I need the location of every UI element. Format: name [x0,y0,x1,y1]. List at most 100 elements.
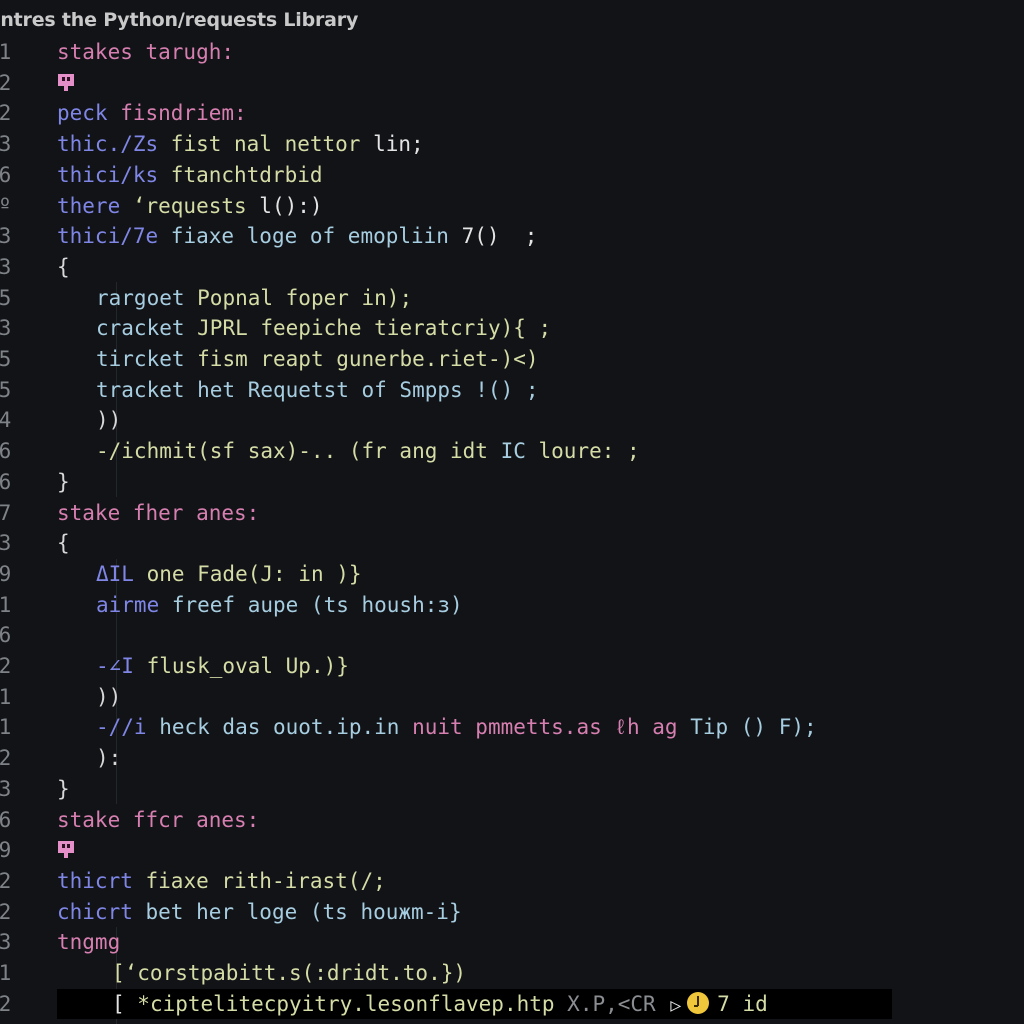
code-token: fiaxe loge of emopliin [170,224,462,249]
code-token: } [57,776,70,801]
code-token: )) [96,684,122,709]
code-area[interactable]: stakes tarugh: peck fisndriem: thic./Zs fi… [57,37,1024,1024]
code-line[interactable]: )) [57,405,121,436]
code-line[interactable]: thic./Zs fist nal nettor lin; [57,129,424,160]
code-token: ΔIL [96,561,147,586]
code-token: one Fade(J: in )} [146,561,362,586]
code-token: lin; [373,132,424,157]
line-number: 22 [0,746,12,771]
line-number: 94 [0,408,12,433]
code-token: *ciptelitecpyitry.lesonflavep.htp [137,991,568,1016]
line-number: 25 [0,377,12,402]
code-token: heck das ouot.ip.in [159,715,413,740]
code-line[interactable]: } [57,774,70,805]
code-token: { [57,254,70,279]
line-number: 1º [0,193,12,218]
code-line[interactable]: } [57,467,70,498]
code-token: [ [112,991,138,1016]
code-editor[interactable]: 71 92 22 13 26 1º 93 33 25 33 25 25 94 96 C6 37 33 99 21 16… [0,37,1024,1024]
code-line[interactable] [57,835,75,866]
status-label: id [742,991,768,1016]
line-number: 93 [0,224,12,249]
code-token: [‘corstpabitt.s(:dridt.to.}) [112,961,467,985]
code-token: ftanchtdrbid [170,162,323,187]
code-token: thici/ks [57,162,171,187]
code-token: thic./Zs [57,132,171,157]
line-number: 71 [0,40,12,64]
code-line[interactable]: stake fher anes: [57,498,259,529]
code-line[interactable]: -/ichmit(sf sax)-.. (fr ang idt IC loure… [57,436,640,467]
code-token: loure: ; [538,439,640,464]
code-line[interactable]: peck fisndriem: [57,98,247,129]
clock-icon[interactable] [687,991,710,1014]
code-line[interactable]: { [57,252,70,283]
line-number: 21 [0,684,12,709]
code-line-active[interactable]: [ *ciptelitecpyitry.lesonflavep.htp X.P,… [57,988,892,1022]
line-number: 92 [0,70,12,95]
code-token: JPRL feepiche tieratcriy){ ; [197,316,552,341]
code-line[interactable]: thicrt fiaxe rith-irast(/; [57,866,386,897]
line-number: 22 [0,899,12,924]
code-line[interactable]: there ‘requests l():) [57,191,323,222]
code-line[interactable]: tircket fism reapt gunerbe.riet-)<) [57,344,539,375]
fold-marker-icon[interactable] [57,838,75,860]
code-token: chicrt [57,899,146,924]
code-token: flusk_oval Up.)} [146,654,349,678]
line-number: 32 [0,991,12,1016]
code-token: airme [96,592,172,617]
code-token: Tip () F); [690,715,817,740]
code-line[interactable]: stakes tarugh: [57,37,234,68]
code-line[interactable]: stake ffcr anes: [57,805,259,836]
code-line[interactable]: -//i heck das ouot.ip.in nuit pmmetts.as… [57,712,817,743]
play-icon[interactable]: ▷ [670,991,681,1022]
fold-marker-icon[interactable] [57,71,75,93]
code-token: tngmg [57,930,121,955]
code-line[interactable]: thici/ks ftanchtdrbid [57,160,323,191]
code-token: freef aupe (ts housh:з) [171,592,463,617]
code-line[interactable]: ): [57,743,121,774]
window-title: intres the Python/requests Library [0,9,359,31]
code-token: there [57,193,133,218]
code-token: IC [500,439,539,464]
code-token: fism reapt gunerbe.riet-)<) [197,347,539,371]
code-line[interactable] [57,68,75,99]
code-token: stake ffcr anes: [57,807,260,832]
code-token: -/ichmit(sf sax)-.. (fr ang idt [96,439,501,464]
line-number: R1 [0,961,12,985]
line-number: 26 [0,162,12,187]
line-number: 13 [0,132,12,157]
code-line[interactable]: )) [57,682,121,713]
code-line[interactable]: -∠I flusk_oval Up.)} [57,651,349,682]
code-token: ): [96,746,122,771]
code-line[interactable]: rargoet Popnal foper in); [57,283,412,314]
code-line[interactable]: tngmg [57,927,120,958]
code-line[interactable]: chicrt bet her loge (ts houжm-i} [57,897,462,928]
code-token: -//i [96,715,160,740]
code-token: X.P,<CR [567,991,669,1016]
line-number: 96 [0,439,12,464]
code-token: ‘requests [132,193,260,218]
line-number: 33 [0,254,12,279]
code-line[interactable]: { [57,528,70,559]
code-line[interactable]: cracket JPRL feepiche tieratcriy){ ; [57,313,551,344]
code-line[interactable]: tracket het Requetst of Smpps !() ; [57,375,539,406]
line-number: 21 [0,715,12,740]
line-number: 21 [0,592,12,617]
code-token: -∠I [96,654,147,678]
code-line[interactable]: ΔIL one Fade(J: in )} [57,559,362,590]
line-number: C6 [0,469,12,494]
line-number: 33 [0,316,12,341]
line-number-gutter: 71 92 22 13 26 1º 93 33 25 33 25 25 94 96 C6 37 33 99 21 16… [0,37,48,1024]
code-token: nuit pmmetts.as [412,715,615,740]
code-token: ℓh ag [614,715,691,740]
code-token: thici/7e [57,224,171,249]
code-token: fist nal nettor [170,132,374,157]
line-number: 25 [0,347,12,371]
code-token: bet her loge (ts houжm-i} [145,899,462,924]
code-line[interactable]: [‘corstpabitt.s(:dridt.to.}) [57,958,466,989]
code-line[interactable]: airme freef aupe (ts housh:з) [57,590,463,621]
code-line[interactable]: thici/7e fiaxe loge of emopliin 7() ; [57,221,537,252]
line-number: 22 [0,868,12,893]
code-token: Popnal foper in); [197,285,413,310]
code-token: fiaxe rith-irast(/; [145,868,386,893]
